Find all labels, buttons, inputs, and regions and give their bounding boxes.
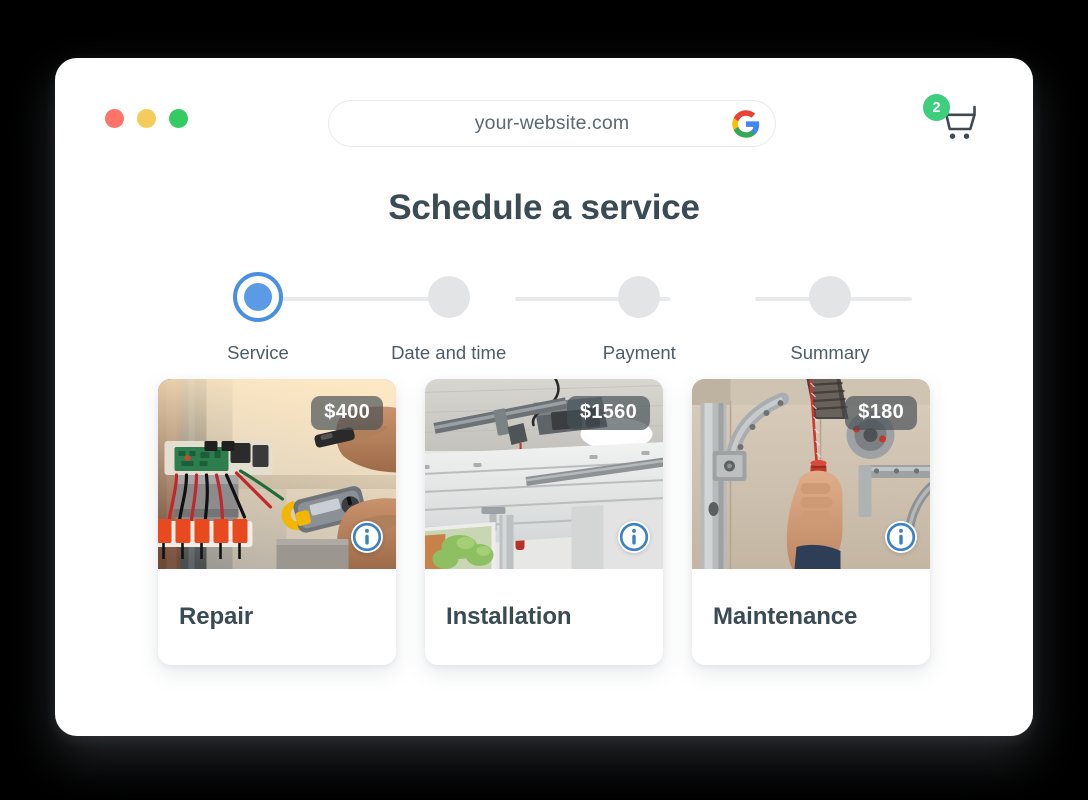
info-button-maintenance[interactable] — [885, 521, 917, 553]
info-circle-icon — [619, 522, 649, 552]
service-card-image-installation: $1560 — [425, 379, 663, 569]
service-title-repair: Repair — [179, 603, 254, 630]
stepper-circle-box — [427, 271, 470, 323]
service-card-body-installation: Installation — [425, 569, 663, 665]
stepper-circle — [618, 276, 661, 318]
service-card-image-repair: $400 — [158, 379, 396, 569]
service-title-installation: Installation — [446, 603, 572, 630]
stepper-circle — [808, 276, 851, 318]
service-card-list: $400 Repair $1560 Installation $180 Main… — [55, 379, 1033, 665]
info-circle-icon — [886, 522, 916, 552]
info-button-repair[interactable] — [351, 521, 383, 553]
browser-window: your-website.com 2 Schedule a service Se… — [55, 58, 1033, 736]
stepper-circle-active — [233, 272, 283, 322]
info-button-installation[interactable] — [618, 521, 650, 553]
service-card-body-maintenance: Maintenance — [692, 569, 930, 665]
minimize-window-button[interactable] — [137, 109, 156, 128]
price-badge-repair: $400 — [311, 396, 383, 430]
stepper-step-payment[interactable]: Payment — [554, 271, 724, 364]
maximize-window-button[interactable] — [169, 109, 188, 128]
window-controls — [105, 109, 188, 128]
service-card-image-maintenance: $180 — [692, 379, 930, 569]
stepper-label-payment: Payment — [602, 342, 676, 363]
page-title: Schedule a service — [388, 188, 700, 227]
stepper-step-service[interactable]: Service — [173, 271, 343, 364]
stepper-step-summary[interactable]: Summary — [745, 271, 915, 364]
cart-button[interactable]: 2 — [923, 94, 989, 150]
service-card-installation[interactable]: $1560 Installation — [425, 379, 663, 665]
url-text[interactable]: your-website.com — [475, 113, 629, 134]
service-card-body-repair: Repair — [158, 569, 396, 665]
stepper-circle-box — [233, 271, 283, 323]
stepper-circle-box — [618, 271, 661, 323]
stepper-label-summary: Summary — [790, 342, 870, 363]
price-badge-maintenance: $180 — [845, 396, 917, 430]
info-circle-icon — [352, 522, 382, 552]
price-badge-installation: $1560 — [566, 396, 650, 430]
close-window-button[interactable] — [105, 109, 124, 128]
stepper-label-date-and-time: Date and time — [391, 342, 507, 363]
service-card-maintenance[interactable]: $180 Maintenance — [692, 379, 930, 665]
stepper-circle-box — [808, 271, 851, 323]
service-card-repair[interactable]: $400 Repair — [158, 379, 396, 665]
address-bar[interactable]: your-website.com — [328, 100, 776, 147]
stepper-step-date-and-time[interactable]: Date and time — [364, 271, 534, 364]
stepper-label-service: Service — [227, 342, 289, 363]
service-title-maintenance: Maintenance — [713, 603, 858, 630]
browser-top-bar: your-website.com 2 — [55, 58, 1033, 176]
stepper-circle — [427, 276, 470, 318]
google-g-icon — [732, 109, 760, 138]
progress-stepper: Service Date and time Payment Summary — [55, 271, 1033, 364]
cart-badge-count: 2 — [923, 94, 950, 121]
